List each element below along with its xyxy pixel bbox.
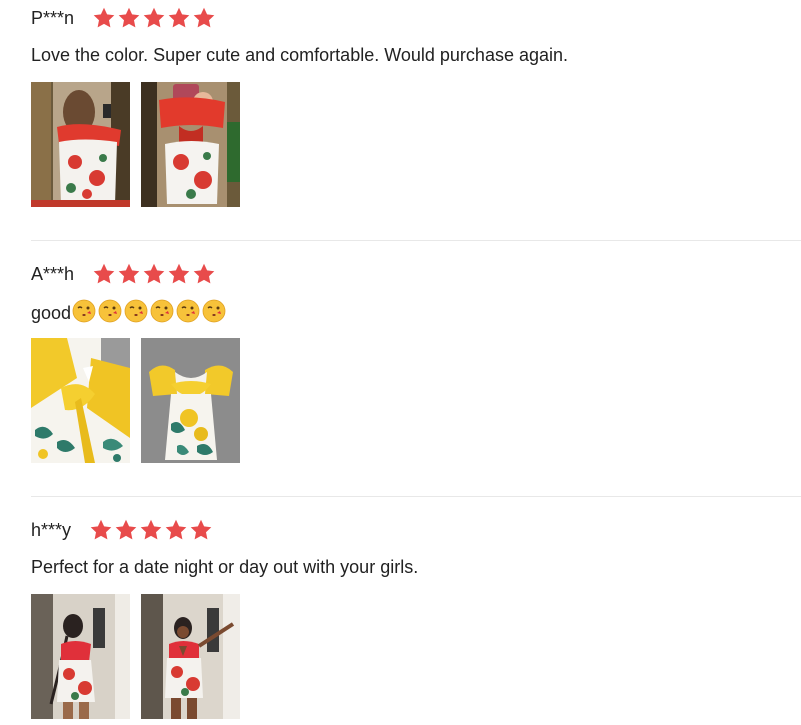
star-icon bbox=[142, 6, 166, 30]
reviewer-name: h***y bbox=[31, 520, 72, 540]
star-rating bbox=[89, 518, 213, 542]
review-divider bbox=[31, 240, 801, 241]
kissing-face-icon bbox=[202, 299, 226, 323]
star-icon bbox=[192, 6, 216, 30]
star-rating bbox=[92, 262, 216, 286]
review-text: Love the color. Super cute and comfortab… bbox=[31, 45, 569, 65]
review-photo-thumbnail[interactable] bbox=[31, 594, 130, 719]
star-icon bbox=[89, 518, 113, 542]
review-photo-thumbnail[interactable] bbox=[141, 338, 240, 463]
review-photo-thumbnail[interactable] bbox=[31, 338, 130, 463]
star-icon bbox=[164, 518, 188, 542]
kissing-face-icon bbox=[150, 299, 174, 323]
reviewer-name: A***h bbox=[31, 264, 75, 284]
review-header: P***n bbox=[31, 5, 216, 31]
star-icon bbox=[92, 262, 116, 286]
kissing-face-icon bbox=[72, 299, 96, 323]
review-text: Perfect for a date night or day out with… bbox=[31, 557, 419, 577]
star-icon bbox=[189, 518, 213, 542]
emoji-group bbox=[72, 299, 226, 323]
reviewer-name: P***n bbox=[31, 8, 75, 28]
review-photo-thumbnail[interactable] bbox=[141, 82, 240, 207]
review-divider bbox=[31, 496, 801, 497]
review-photos bbox=[31, 338, 240, 463]
star-icon bbox=[92, 6, 116, 30]
review-header: A***h bbox=[31, 261, 216, 287]
review-photos bbox=[31, 82, 240, 207]
star-icon bbox=[167, 262, 191, 286]
star-icon bbox=[117, 262, 141, 286]
review-text: good bbox=[31, 299, 226, 325]
star-icon bbox=[139, 518, 163, 542]
kissing-face-icon bbox=[176, 299, 200, 323]
review-text-content: good bbox=[31, 303, 72, 323]
review-photo-thumbnail[interactable] bbox=[31, 82, 130, 207]
star-icon bbox=[192, 262, 216, 286]
kissing-face-icon bbox=[124, 299, 148, 323]
review-header: h***y bbox=[31, 517, 213, 543]
star-icon bbox=[167, 6, 191, 30]
star-icon bbox=[142, 262, 166, 286]
star-rating bbox=[92, 6, 216, 30]
star-icon bbox=[114, 518, 138, 542]
star-icon bbox=[117, 6, 141, 30]
kissing-face-icon bbox=[98, 299, 122, 323]
review-photo-thumbnail[interactable] bbox=[141, 594, 240, 719]
review-photos bbox=[31, 594, 240, 719]
